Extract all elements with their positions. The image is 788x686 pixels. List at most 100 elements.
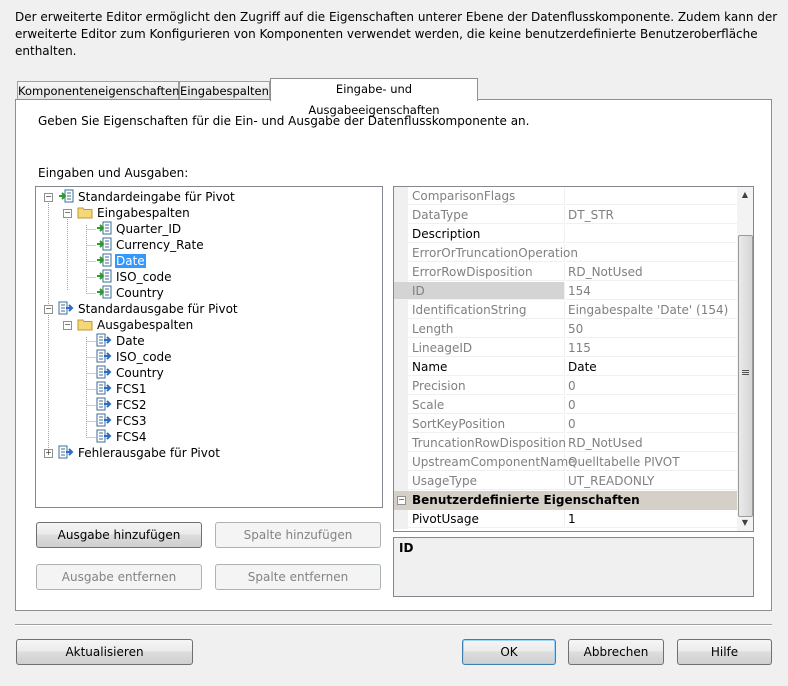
property-row[interactable]: Scale 0	[394, 396, 737, 415]
property-value[interactable]	[566, 225, 737, 243]
tree-node-label: Ausgabespalten	[97, 318, 194, 332]
remove-column-button[interactable]: Spalte entfernen	[215, 564, 381, 590]
grip-icon	[742, 370, 749, 371]
output-column-icon	[96, 365, 112, 379]
help-button[interactable]: Hilfe	[677, 639, 772, 665]
property-category-row[interactable]: − Benutzerdefinierte Eigenschaften	[394, 491, 737, 510]
tree-node-output-column[interactable]: ISO_code	[96, 349, 173, 365]
tree-node-input-column[interactable]: Currency_Rate	[96, 237, 205, 253]
add-output-button[interactable]: Ausgabe hinzufügen	[36, 522, 202, 548]
property-row[interactable]: DataType DT_STR	[394, 206, 737, 225]
property-row[interactable]: Description	[394, 225, 737, 244]
tree-node-output-column[interactable]: FCS1	[96, 381, 148, 397]
property-row-selected[interactable]: ID 154	[394, 282, 737, 301]
property-value[interactable]: 115	[566, 339, 737, 357]
property-value[interactable]	[566, 244, 737, 262]
add-column-button[interactable]: Spalte hinzufügen	[215, 522, 381, 548]
property-row[interactable]: UpstreamComponentName Quelltabelle PIVOT	[394, 453, 737, 472]
tree-node-label: FCS2	[116, 398, 147, 412]
input-column-icon	[97, 237, 112, 251]
tree-node-output-column[interactable]: FCS2	[96, 397, 148, 413]
property-value[interactable]: UT_READONLY	[566, 472, 737, 490]
property-description-pane: ID	[393, 537, 754, 597]
tree-node-label: Date	[116, 334, 145, 348]
input-column-icon	[97, 221, 112, 235]
output-column-icon	[96, 413, 112, 427]
tree-node-ausgabespalten[interactable]: Ausgabespalten	[77, 317, 194, 333]
refresh-button[interactable]: Aktualisieren	[16, 639, 193, 665]
tree-node-eingabespalten[interactable]: Eingabespalten	[77, 205, 191, 221]
property-value[interactable]: 0	[566, 377, 737, 395]
property-row[interactable]: Name Date	[394, 358, 737, 377]
expander-collapse-icon[interactable]: −	[44, 305, 53, 314]
property-value[interactable]: 0	[566, 415, 737, 433]
scroll-up-icon[interactable]: ▲	[737, 187, 753, 203]
property-value[interactable]: DT_STR	[566, 206, 737, 224]
tree-node-standardeingabe[interactable]: Standardeingabe für Pivot	[58, 189, 236, 205]
property-row[interactable]: UsageType UT_READONLY	[394, 472, 737, 491]
folder-icon	[77, 207, 93, 219]
scroll-down-icon[interactable]: ▼	[737, 515, 753, 531]
property-value[interactable]: Date	[566, 358, 737, 376]
property-value[interactable]: 0	[566, 396, 737, 414]
property-value[interactable]: 154	[566, 282, 737, 300]
property-name: ID	[394, 282, 565, 300]
tree-node-output-column[interactable]: FCS3	[96, 413, 148, 429]
folder-icon	[77, 319, 93, 331]
description-title: ID	[399, 541, 414, 555]
property-name: Description	[394, 225, 565, 243]
property-value[interactable]: Eingabespalte 'Date' (154)	[566, 301, 737, 319]
intro-text: Der erweiterte Editor ermöglicht den Zug…	[15, 10, 778, 58]
property-row[interactable]: PivotUsage 1	[394, 510, 737, 529]
output-column-icon	[96, 397, 112, 411]
property-value[interactable]: 1	[566, 510, 737, 528]
tree-node-label: Fehlerausgabe für Pivot	[78, 446, 220, 460]
output-column-icon	[96, 349, 112, 363]
property-value[interactable]: RD_NotUsed	[566, 434, 737, 452]
expander-collapse-icon[interactable]: −	[44, 193, 53, 202]
property-name: Name	[394, 358, 565, 376]
property-value[interactable]: RD_NotUsed	[566, 263, 737, 281]
property-value[interactable]: 50	[566, 320, 737, 338]
property-name: UsageType	[394, 472, 565, 490]
tree-node-output-column[interactable]: Date	[96, 333, 146, 349]
tree-node-input-column[interactable]: Quarter_ID	[96, 221, 182, 237]
property-row[interactable]: ErrorOrTruncationOperation	[394, 244, 737, 263]
tree-node-standardausgabe[interactable]: Standardausgabe für Pivot	[58, 301, 239, 317]
expander-collapse-icon[interactable]: −	[63, 321, 72, 330]
expander-expand-icon[interactable]: +	[44, 449, 53, 458]
property-row[interactable]: Precision 0	[394, 377, 737, 396]
tab-eingabespalten[interactable]: Eingabespalten	[179, 81, 270, 100]
tab-eingabe-ausgabe-eigenschaften[interactable]: Eingabe- und Ausgabeeigenschaften	[270, 78, 478, 117]
output-column-icon	[96, 333, 112, 347]
tree-node-input-column[interactable]: Country	[96, 285, 165, 301]
expander-collapse-icon[interactable]: −	[63, 209, 72, 218]
tree-node-output-column[interactable]: FCS4	[96, 429, 148, 445]
tree-node-input-column-selected[interactable]: Date	[96, 253, 146, 269]
cancel-button[interactable]: Abbrechen	[568, 639, 664, 665]
ok-button[interactable]: OK	[462, 639, 556, 665]
property-grid[interactable]: ComparisonFlags DataType DT_STR Descripti…	[393, 186, 754, 532]
property-row[interactable]: IdentificationString Eingabespalte 'Date'…	[394, 301, 737, 320]
input-column-icon	[97, 269, 112, 283]
property-row[interactable]: LineageID 115	[394, 339, 737, 358]
property-grid-scrollbar[interactable]: ▲ ▼	[737, 187, 753, 531]
property-row[interactable]: ErrorRowDisposition RD_NotUsed	[394, 263, 737, 282]
tree-node-label: Standardeingabe für Pivot	[78, 190, 235, 204]
tab-komponenteneigenschaften[interactable]: Komponenteneigenschaften	[17, 81, 179, 100]
property-value[interactable]	[566, 187, 737, 205]
property-name: TruncationRowDisposition	[394, 434, 566, 452]
property-row[interactable]: TruncationRowDisposition RD_NotUsed	[394, 434, 737, 453]
property-row[interactable]: SortKeyPosition 0	[394, 415, 737, 434]
remove-output-button[interactable]: Ausgabe entfernen	[36, 564, 202, 590]
tree-node-output-column[interactable]: Country	[96, 365, 165, 381]
inputs-outputs-tree[interactable]: − − − − + Standardeingabe für Pivot Eing…	[35, 186, 383, 508]
io-label: Eingaben und Ausgaben:	[38, 166, 189, 180]
property-row[interactable]: Length 50	[394, 320, 737, 339]
scroll-thumb[interactable]	[738, 235, 753, 517]
tree-node-fehlerausgabe[interactable]: Fehlerausgabe für Pivot	[58, 445, 221, 461]
property-value[interactable]: Quelltabelle PIVOT	[566, 453, 737, 471]
tree-node-input-column[interactable]: ISO_code	[96, 269, 173, 285]
property-row[interactable]: ComparisonFlags	[394, 187, 737, 206]
tree-node-label: FCS3	[116, 414, 147, 428]
